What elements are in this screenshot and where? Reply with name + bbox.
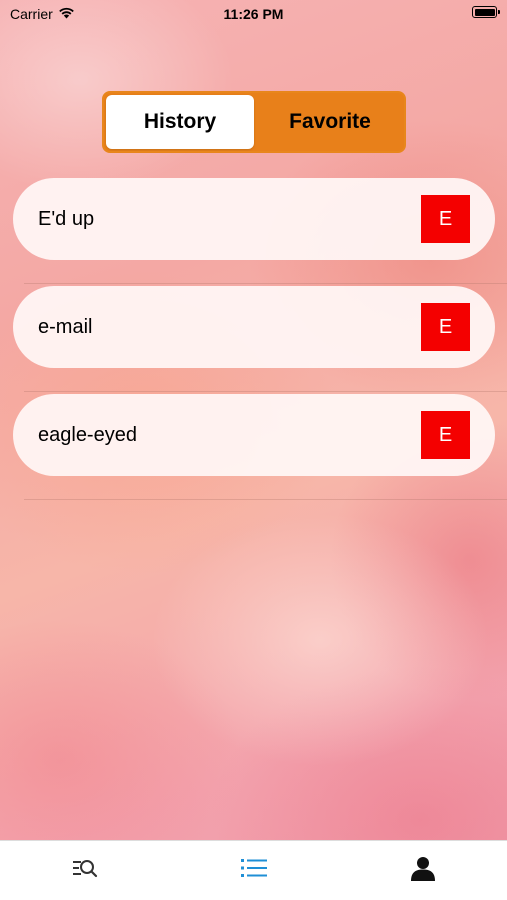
history-favorite-segmented-control: History Favorite bbox=[102, 91, 406, 153]
word-row[interactable]: E'd up E bbox=[13, 178, 495, 260]
search-list-icon bbox=[72, 857, 98, 884]
tab-search[interactable] bbox=[0, 841, 169, 900]
battery-icon bbox=[472, 6, 500, 18]
word-list: E'd up E e-mail E eagle-eyed E bbox=[0, 176, 507, 500]
word-label: eagle-eyed bbox=[38, 423, 137, 446]
tab-profile[interactable] bbox=[338, 841, 507, 900]
list-icon bbox=[240, 857, 268, 884]
list-item: E'd up E bbox=[0, 176, 507, 284]
letter-badge: E bbox=[421, 303, 470, 351]
divider bbox=[24, 499, 507, 500]
list-item: e-mail E bbox=[0, 284, 507, 392]
person-icon bbox=[410, 855, 436, 886]
word-row[interactable]: e-mail E bbox=[13, 286, 495, 368]
letter-badge: E bbox=[421, 195, 470, 243]
tab-list[interactable] bbox=[169, 841, 338, 900]
list-item: eagle-eyed E bbox=[0, 392, 507, 500]
segment-history[interactable]: History bbox=[106, 95, 254, 149]
status-bar: Carrier 11:26 PM bbox=[0, 0, 507, 28]
segment-favorite[interactable]: Favorite bbox=[256, 93, 404, 151]
word-row[interactable]: eagle-eyed E bbox=[13, 394, 495, 476]
status-time: 11:26 PM bbox=[223, 6, 284, 22]
tab-bar bbox=[0, 840, 507, 900]
word-label: e-mail bbox=[38, 315, 93, 338]
letter-badge: E bbox=[421, 411, 470, 459]
word-label: E'd up bbox=[38, 207, 95, 230]
